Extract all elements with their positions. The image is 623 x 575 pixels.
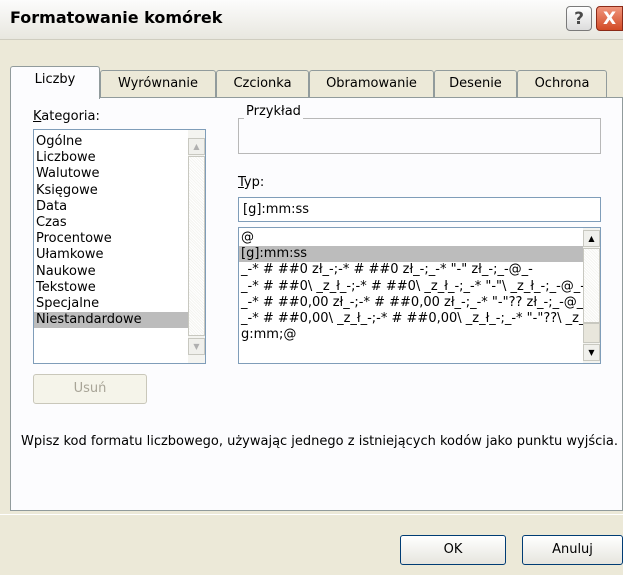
- type-label: Typ:: [238, 175, 265, 190]
- help-button[interactable]: ?: [566, 6, 592, 31]
- type-scroll-thumb[interactable]: [583, 323, 600, 343]
- tab-desenie[interactable]: Desenie: [434, 70, 517, 97]
- type-list-item[interactable]: [g]:mm:ss: [239, 246, 585, 263]
- type-list-item[interactable]: g:mm;@: [239, 327, 585, 343]
- category-list[interactable]: Ogólne Liczbowe Walutowe Księgowe Data Czas Pr…: [33, 129, 206, 364]
- scroll-down-icon[interactable]: ▼: [188, 338, 205, 355]
- tab-liczby[interactable]: Liczby: [10, 66, 100, 99]
- scroll-up-icon[interactable]: ▲: [583, 230, 600, 247]
- category-item[interactable]: Specjalne: [34, 296, 205, 312]
- category-item[interactable]: Księgowe: [34, 183, 205, 199]
- category-item[interactable]: Naukowe: [34, 264, 205, 280]
- category-item[interactable]: Procentowe: [34, 231, 205, 247]
- category-item[interactable]: Ułamkowe: [34, 247, 205, 263]
- category-scrollbar[interactable]: ▲ ▼: [188, 130, 205, 363]
- tab-panel-liczby: Kategoria: Ogólne Liczbowe Walutowe Księgow…: [10, 97, 623, 511]
- type-list-item[interactable]: _-* # ##0,00 zł_-;-* # ##0,00 zł_-;_-* "…: [239, 295, 585, 311]
- category-label: Kategoria:: [33, 109, 100, 124]
- delete-button[interactable]: Usuń: [33, 374, 147, 404]
- scroll-up-icon[interactable]: ▲: [188, 138, 205, 155]
- category-item[interactable]: Niestandardowe: [34, 312, 205, 329]
- divider: [0, 514, 623, 515]
- sample-groupbox: [238, 118, 601, 154]
- close-button[interactable]: X: [596, 6, 623, 31]
- tab-czcionka[interactable]: Czcionka: [216, 70, 309, 97]
- category-item[interactable]: Tekstowe: [34, 280, 205, 296]
- category-item[interactable]: Walutowe: [34, 166, 205, 182]
- type-list-item[interactable]: _-* # ##0 zł_-;-* # ##0 zł_-;_-* "-" zł_…: [239, 262, 585, 278]
- sample-legend: Przykład: [244, 104, 303, 119]
- cancel-button[interactable]: Anuluj: [522, 535, 623, 565]
- type-scroll-track[interactable]: [583, 248, 600, 323]
- tab-wyrownanie[interactable]: Wyrównanie: [100, 70, 216, 97]
- hint-text: Wpisz kod formatu liczbowego, używając j…: [21, 434, 618, 449]
- category-scroll-track[interactable]: [188, 156, 205, 336]
- tab-ochrona[interactable]: Ochrona: [517, 70, 607, 97]
- type-input[interactable]: [g]:mm:ss: [238, 197, 601, 222]
- type-scrollbar[interactable]: ▲ ▼: [583, 228, 600, 363]
- type-list[interactable]: @ [g]:mm:ss _-* # ##0 zł_-;-* # ##0 zł_-;_…: [238, 227, 601, 364]
- type-list-item[interactable]: _-* # ##0\ _z_ł_-;-* # ##0\ _z_ł_-;_-* "…: [239, 279, 585, 295]
- category-item[interactable]: Data: [34, 199, 205, 215]
- category-item[interactable]: Czas: [34, 215, 205, 231]
- ok-button[interactable]: OK: [400, 535, 506, 565]
- tab-obramowanie[interactable]: Obramowanie: [309, 70, 434, 97]
- title-bar: Formatowanie komórek ? X: [0, 0, 623, 40]
- type-list-item[interactable]: _-* # ##0,00\ _z_ł_-;-* # ##0,00\ _z_ł_-…: [239, 311, 585, 327]
- type-list-item[interactable]: @: [239, 230, 585, 246]
- scroll-down-icon[interactable]: ▼: [583, 344, 600, 361]
- category-item[interactable]: Ogólne: [34, 134, 205, 150]
- category-item[interactable]: Liczbowe: [34, 150, 205, 166]
- window-title: Formatowanie komórek: [10, 8, 223, 27]
